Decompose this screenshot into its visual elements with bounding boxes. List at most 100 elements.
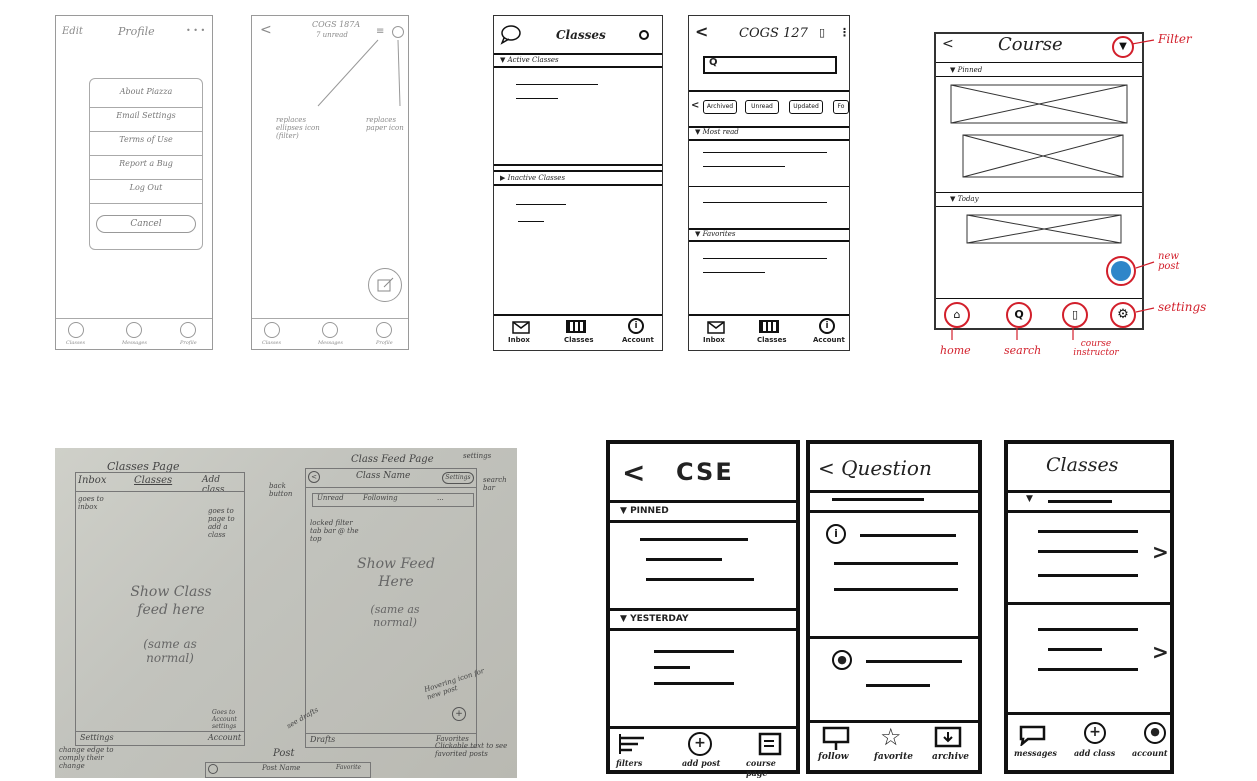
chevron-right-icon[interactable]: >	[1152, 640, 1169, 664]
divider	[610, 608, 796, 611]
annotation-lines	[951, 39, 1155, 340]
menu-item[interactable]: Report a Bug	[90, 159, 202, 180]
section-collapse-icon[interactable]: ▼	[1026, 494, 1033, 504]
classes-icon[interactable]	[566, 320, 586, 333]
chevron-right-icon[interactable]: >	[1152, 540, 1169, 564]
placeholder-line	[640, 538, 748, 541]
search-input[interactable]: Q	[703, 56, 837, 74]
page-title: < Question	[818, 456, 932, 480]
edit-link[interactable]: Edit	[62, 26, 83, 37]
messages-nav-icon[interactable]	[126, 322, 142, 338]
favorite-icon[interactable]: ☆	[880, 724, 902, 750]
menu-item[interactable]: Email Settings	[90, 111, 202, 132]
classes-nav-icon[interactable]	[68, 322, 84, 338]
menu-item[interactable]: Log Out	[90, 183, 202, 204]
messages-nav-icon[interactable]	[322, 322, 338, 338]
add-post-icon[interactable]: +	[688, 732, 712, 756]
new-post-button[interactable]: +	[452, 707, 466, 721]
filter-chip[interactable]: Fo	[833, 100, 849, 114]
more-icon[interactable]: • • •	[186, 26, 205, 35]
divider	[1008, 712, 1170, 715]
more-icon[interactable]: ⋮	[839, 26, 850, 39]
classes-nav-icon[interactable]	[264, 322, 280, 338]
doc-icon[interactable]: ▯	[819, 26, 825, 39]
section-label: Most read	[702, 128, 739, 136]
account-icon[interactable]: ●	[1144, 722, 1166, 744]
profile-nav-icon[interactable]	[180, 322, 196, 338]
note: settings	[463, 452, 492, 460]
drafts-link[interactable]: Drafts	[310, 735, 335, 744]
nav-label: add post	[682, 758, 721, 768]
settings-pill[interactable]: Settings	[442, 472, 474, 484]
filter-chip[interactable]: Unread	[745, 100, 779, 114]
menu-item[interactable]: About Piazza	[90, 87, 202, 108]
chip-scroll-left[interactable]: <	[691, 100, 699, 111]
nav-label: add class	[1074, 748, 1116, 758]
section-header: ▼ Most read	[695, 128, 739, 136]
back-icon[interactable]: <	[622, 456, 645, 489]
divider	[494, 66, 662, 68]
profile-nav-icon[interactable]	[376, 322, 392, 338]
tab[interactable]: Unread	[317, 494, 344, 502]
student-avatar-icon: ●	[832, 650, 852, 670]
account-link[interactable]: Account	[208, 733, 241, 742]
divider	[56, 318, 212, 319]
filter-chip[interactable]: Archived	[703, 100, 737, 114]
placeholder-line	[1038, 550, 1138, 553]
note: locked filter tab bar @ the top	[310, 519, 359, 543]
tab[interactable]: ...	[437, 494, 444, 502]
back-button[interactable]	[208, 764, 218, 774]
messages-icon[interactable]	[1018, 724, 1048, 746]
tab-inbox[interactable]: Inbox	[78, 475, 106, 486]
placeholder-text: Show Feed Here	[357, 556, 435, 590]
placeholder-line	[703, 272, 765, 273]
divider	[610, 726, 796, 729]
follow-icon[interactable]	[822, 726, 852, 752]
divider	[494, 170, 662, 172]
section-label: Favorites	[702, 230, 736, 238]
filters-icon[interactable]	[618, 734, 648, 756]
compose-button[interactable]	[368, 268, 402, 302]
chat-bubble-icon[interactable]	[500, 25, 522, 45]
placeholder-line	[703, 166, 785, 167]
section-label: Inactive Classes	[507, 174, 566, 182]
divider	[306, 487, 476, 488]
inbox-icon[interactable]	[707, 321, 725, 334]
note: Goes to Account settings	[212, 709, 237, 730]
placeholder-line	[1038, 668, 1138, 671]
placeholder-line	[516, 98, 558, 99]
placeholder-line	[1038, 628, 1138, 631]
page-title: Classes	[556, 28, 606, 42]
placeholder-line	[866, 684, 930, 687]
classes-icon[interactable]	[759, 320, 779, 333]
archive-icon[interactable]	[934, 726, 962, 750]
divider	[1008, 490, 1170, 493]
instructor-avatar-icon: i	[826, 524, 846, 544]
account-icon[interactable]: i	[819, 318, 835, 334]
annotation-course-instructor: course instructor	[1073, 339, 1119, 358]
note: search bar	[483, 476, 507, 492]
course-page-icon[interactable]	[758, 732, 782, 756]
profile-menu: About Piazza Email Settings Terms of Use…	[89, 78, 203, 250]
settings-link[interactable]: Settings	[80, 733, 114, 742]
nav-label: Profile	[376, 340, 393, 346]
tab-add-class[interactable]: Add class	[202, 475, 244, 495]
section-header: ▼ PINNED	[620, 506, 669, 516]
menu-item[interactable]: Terms of Use	[90, 135, 202, 156]
placeholder-line	[834, 562, 958, 565]
placeholder-line	[866, 660, 962, 663]
inbox-icon[interactable]	[512, 321, 530, 334]
cancel-button[interactable]: Cancel	[96, 215, 196, 233]
tab-classes[interactable]: Classes	[134, 475, 172, 486]
filter-chip[interactable]: Updated	[789, 100, 823, 114]
add-class-icon[interactable]	[639, 30, 649, 40]
favorite-link[interactable]: Favorite	[336, 764, 361, 771]
back-button[interactable]: <	[308, 471, 320, 483]
account-icon[interactable]: i	[628, 318, 644, 334]
placeholder-line	[860, 534, 956, 537]
tab[interactable]: Following	[363, 494, 398, 502]
divider	[689, 314, 849, 316]
add-class-icon[interactable]: +	[1084, 722, 1106, 744]
nav-label: Classes	[757, 336, 787, 344]
back-icon[interactable]: <	[695, 22, 708, 41]
